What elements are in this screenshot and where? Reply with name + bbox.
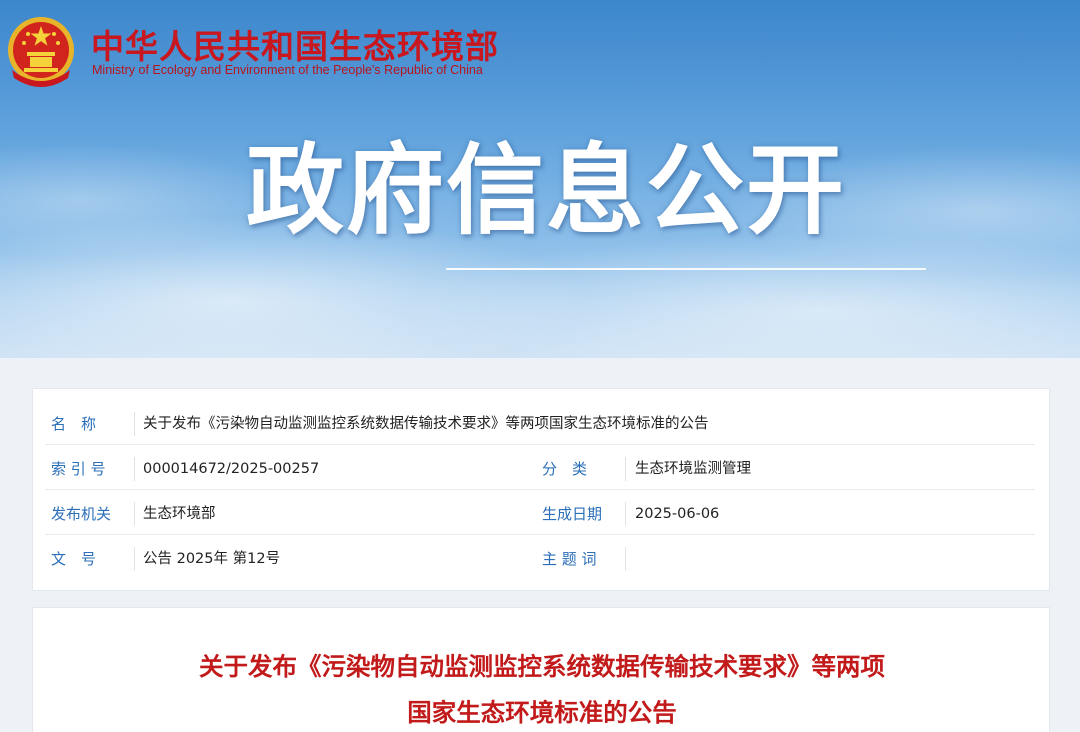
article-card: 关于发布《污染物自动监测监控系统数据传输技术要求》等两项 国家生态环境标准的公告 <box>32 607 1050 732</box>
article-title-line-2: 国家生态环境标准的公告 <box>407 698 677 727</box>
header-banner: 中华人民共和国生态环境部 Ministry of Ecology and Env… <box>0 0 1080 358</box>
index-value: 000014672/2025-00257 <box>143 461 320 477</box>
article-title-line-1: 关于发布《污染物自动监测监控系统数据传输技术要求》等两项 <box>199 652 885 681</box>
org-name-cn[interactable]: 中华人民共和国生态环境部 <box>91 20 499 68</box>
index-label: 索 引 号 <box>51 457 135 481</box>
name-label: 名 称 <box>51 412 135 436</box>
org-name-en[interactable]: Ministry of Ecology and Environment of t… <box>92 63 483 77</box>
document-info-table: 名 称 关于发布《污染物自动监测监控系统数据传输技术要求》等两项国家生态环境标准… <box>32 388 1050 591</box>
issuer-label: 发布机关 <box>51 502 135 526</box>
category-label: 分 类 <box>542 457 626 481</box>
name-value: 关于发布《污染物自动监测监控系统数据传输技术要求》等两项国家生态环境标准的公告 <box>143 416 709 432</box>
national-emblem-icon <box>8 17 74 87</box>
doc-no-label: 文 号 <box>51 547 135 571</box>
info-row-issuer: 发布机关 生态环境部 生成日期 2025-06-06 <box>45 490 1035 535</box>
info-row-docno: 文 号 公告 2025年 第12号 主 题 词 <box>45 535 1035 580</box>
info-row-name: 名 称 关于发布《污染物自动监测监控系统数据传输技术要求》等两项国家生态环境标准… <box>45 400 1035 445</box>
article-title: 关于发布《污染物自动监测监控系统数据传输技术要求》等两项 国家生态环境标准的公告 <box>33 644 1051 732</box>
date-label: 生成日期 <box>542 502 626 526</box>
doc-no-value: 公告 2025年 第12号 <box>143 551 281 567</box>
banner-divider <box>446 268 926 270</box>
subject-label: 主 题 词 <box>542 547 626 571</box>
date-value: 2025-06-06 <box>635 506 720 522</box>
issuer-value: 生态环境部 <box>143 506 216 522</box>
category-value: 生态环境监测管理 <box>635 461 751 477</box>
banner-title: 政府信息公开 <box>246 134 847 248</box>
info-row-index: 索 引 号 000014672/2025-00257 分 类 生态环境监测管理 <box>45 445 1035 490</box>
